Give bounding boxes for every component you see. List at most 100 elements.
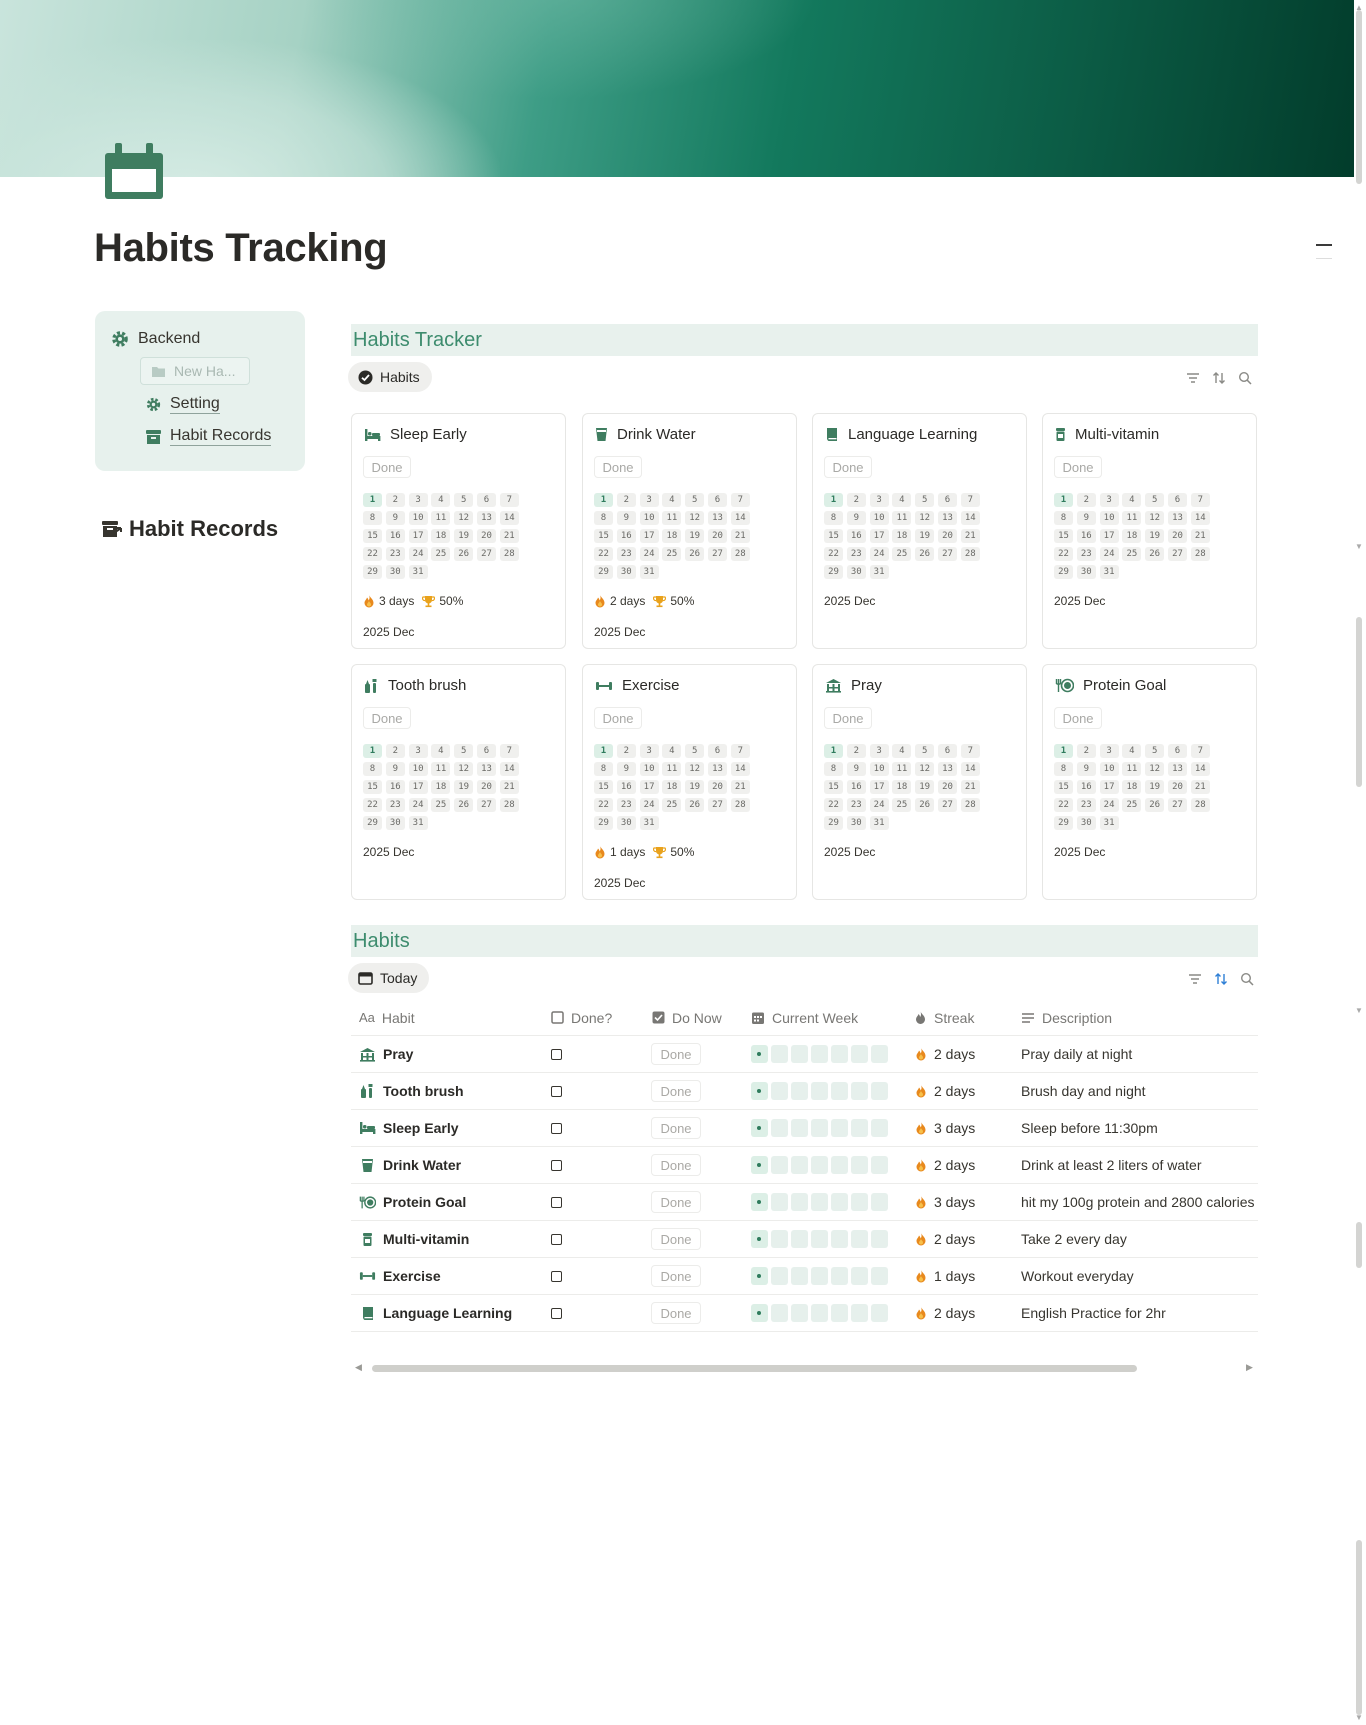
calendar-day[interactable]: 5 bbox=[1145, 744, 1165, 758]
col-description[interactable]: Description bbox=[1021, 1000, 1112, 1035]
calendar-day[interactable]: 5 bbox=[454, 744, 474, 758]
calendar-day[interactable]: 14 bbox=[499, 762, 519, 776]
week-day-cell[interactable] bbox=[871, 1193, 888, 1211]
habit-card-multi-vitamin[interactable]: Multi-vitamin Done 1 2 3 4 5 6 7 8 9 10 11 12 13 14 15 16… bbox=[1042, 413, 1257, 649]
calendar-day[interactable]: 11 bbox=[431, 762, 451, 776]
calendar-day[interactable]: 23 bbox=[385, 798, 405, 812]
calendar-day[interactable]: 4 bbox=[892, 744, 912, 758]
horizontal-scrollbar[interactable]: ◀ ▶ bbox=[351, 1362, 1258, 1376]
col-do-now[interactable]: Do Now bbox=[652, 1000, 722, 1035]
calendar-day[interactable]: 16 bbox=[1076, 780, 1096, 794]
calendar-day[interactable]: 21 bbox=[730, 529, 750, 543]
calendar-day[interactable]: 14 bbox=[499, 511, 519, 525]
week-day-cell[interactable] bbox=[751, 1045, 768, 1063]
calendar-day[interactable]: 2 bbox=[616, 744, 636, 758]
calendar-day[interactable]: 9 bbox=[385, 511, 405, 525]
habit-cell[interactable]: Language Learning bbox=[359, 1295, 512, 1331]
calendar-day[interactable]: 15 bbox=[363, 780, 382, 794]
calendar-day[interactable]: 29 bbox=[1054, 565, 1073, 579]
do-now-button[interactable]: Done bbox=[651, 1191, 701, 1213]
calendar-day[interactable]: 5 bbox=[915, 744, 935, 758]
calendar-day[interactable]: 16 bbox=[1076, 529, 1096, 543]
calendar-day[interactable]: 20 bbox=[937, 529, 957, 543]
calendar-day[interactable]: 10 bbox=[869, 762, 889, 776]
calendar-day[interactable]: 14 bbox=[1190, 762, 1210, 776]
week-day-cell[interactable] bbox=[811, 1304, 828, 1322]
card-done-button[interactable]: Done bbox=[594, 456, 642, 478]
habit-cell[interactable]: Protein Goal bbox=[359, 1184, 466, 1220]
habit-card-tooth-brush[interactable]: Tooth brush Done 1 2 3 4 5 6 7 8 9 10 11 12 13 14 15 16 17… bbox=[351, 664, 566, 900]
calendar-day[interactable]: 20 bbox=[1167, 780, 1187, 794]
calendar-day[interactable]: 16 bbox=[385, 780, 405, 794]
calendar-day[interactable]: 19 bbox=[685, 780, 705, 794]
calendar-day[interactable]: 26 bbox=[454, 547, 474, 561]
calendar-day[interactable]: 24 bbox=[869, 547, 889, 561]
col-streak[interactable]: Streak bbox=[914, 1000, 974, 1035]
calendar-day[interactable]: 1 bbox=[594, 744, 613, 758]
calendar-day[interactable]: 9 bbox=[385, 762, 405, 776]
week-day-cell[interactable] bbox=[751, 1267, 768, 1285]
week-day-cell[interactable] bbox=[751, 1119, 768, 1137]
calendar-day[interactable]: 21 bbox=[960, 529, 980, 543]
calendar-day[interactable]: 13 bbox=[707, 762, 727, 776]
calendar-day[interactable]: 21 bbox=[1190, 529, 1210, 543]
calendar-day[interactable]: 24 bbox=[1099, 547, 1119, 561]
col-done[interactable]: Done? bbox=[551, 1000, 612, 1035]
table-row[interactable]: Sleep Early Done 3 days Sleep before 11:30p… bbox=[351, 1110, 1258, 1147]
table-row[interactable]: Multi-vitamin Done 2 days Take 2 every day bbox=[351, 1221, 1258, 1258]
habit-cell[interactable]: Pray bbox=[359, 1036, 413, 1072]
habit-card-drink-water[interactable]: Drink Water Done 1 2 3 4 5 6 7 8 9 10 11 12 13 14 15 16 17… bbox=[582, 413, 797, 649]
calendar-day[interactable]: 18 bbox=[431, 529, 451, 543]
week-day-cell[interactable] bbox=[811, 1267, 828, 1285]
do-now-button[interactable]: Done bbox=[651, 1043, 701, 1065]
calendar-day[interactable]: 6 bbox=[707, 493, 727, 507]
calendar-day[interactable]: 30 bbox=[1076, 565, 1096, 579]
week-day-cell[interactable] bbox=[771, 1230, 788, 1248]
week-day-cell[interactable] bbox=[791, 1304, 808, 1322]
calendar-day[interactable]: 25 bbox=[431, 798, 451, 812]
calendar-day[interactable]: 27 bbox=[1167, 547, 1187, 561]
calendar-day[interactable]: 26 bbox=[454, 798, 474, 812]
week-day-cell[interactable] bbox=[791, 1193, 808, 1211]
calendar-day[interactable]: 11 bbox=[1122, 511, 1142, 525]
calendar-day[interactable]: 1 bbox=[1054, 744, 1073, 758]
calendar-day[interactable]: 30 bbox=[385, 565, 405, 579]
horizontal-scroll-thumb[interactable] bbox=[372, 1365, 1137, 1372]
description-cell[interactable]: English Practice for 2hr bbox=[1021, 1295, 1166, 1331]
habit-cell[interactable]: Multi-vitamin bbox=[359, 1221, 469, 1257]
calendar-day[interactable]: 1 bbox=[363, 744, 382, 758]
filter-icon[interactable] bbox=[1186, 372, 1200, 384]
done-cell[interactable] bbox=[551, 1110, 562, 1146]
calendar-day[interactable]: 9 bbox=[846, 511, 866, 525]
week-day-cell[interactable] bbox=[811, 1193, 828, 1211]
calendar-day[interactable]: 29 bbox=[594, 565, 613, 579]
calendar-day[interactable]: 30 bbox=[846, 565, 866, 579]
calendar-day[interactable]: 1 bbox=[824, 744, 843, 758]
calendar-day[interactable]: 21 bbox=[499, 529, 519, 543]
week-day-cell[interactable] bbox=[851, 1119, 868, 1137]
calendar-day[interactable]: 28 bbox=[960, 547, 980, 561]
calendar-day[interactable]: 4 bbox=[662, 744, 682, 758]
calendar-day[interactable]: 30 bbox=[846, 816, 866, 830]
habit-card-sleep-early[interactable]: Sleep Early Done 1 2 3 4 5 6 7 8 9 10 11 12 13 14 15 16 17… bbox=[351, 413, 566, 649]
calendar-day[interactable]: 30 bbox=[385, 816, 405, 830]
calendar-day[interactable]: 9 bbox=[846, 762, 866, 776]
calendar-day[interactable]: 29 bbox=[594, 816, 613, 830]
calendar-day[interactable]: 25 bbox=[892, 547, 912, 561]
calendar-day[interactable]: 19 bbox=[685, 529, 705, 543]
do-now-button[interactable]: Done bbox=[651, 1302, 701, 1324]
calendar-day[interactable]: 27 bbox=[1167, 798, 1187, 812]
done-cell[interactable] bbox=[551, 1147, 562, 1183]
calendar-day[interactable]: 31 bbox=[639, 816, 659, 830]
new-habit-button[interactable]: New Ha... bbox=[140, 357, 250, 385]
calendar-day[interactable]: 20 bbox=[1167, 529, 1187, 543]
calendar-day[interactable]: 24 bbox=[639, 547, 659, 561]
calendar-day[interactable]: 22 bbox=[594, 798, 613, 812]
calendar-day[interactable]: 26 bbox=[685, 547, 705, 561]
week-day-cell[interactable] bbox=[811, 1119, 828, 1137]
table-row[interactable]: Pray Done 2 days Pray daily at night bbox=[351, 1036, 1258, 1073]
calendar-day[interactable]: 26 bbox=[915, 547, 935, 561]
calendar-day[interactable]: 15 bbox=[594, 529, 613, 543]
habit-cell[interactable]: Drink Water bbox=[359, 1147, 461, 1183]
filter-icon[interactable] bbox=[1188, 973, 1202, 985]
